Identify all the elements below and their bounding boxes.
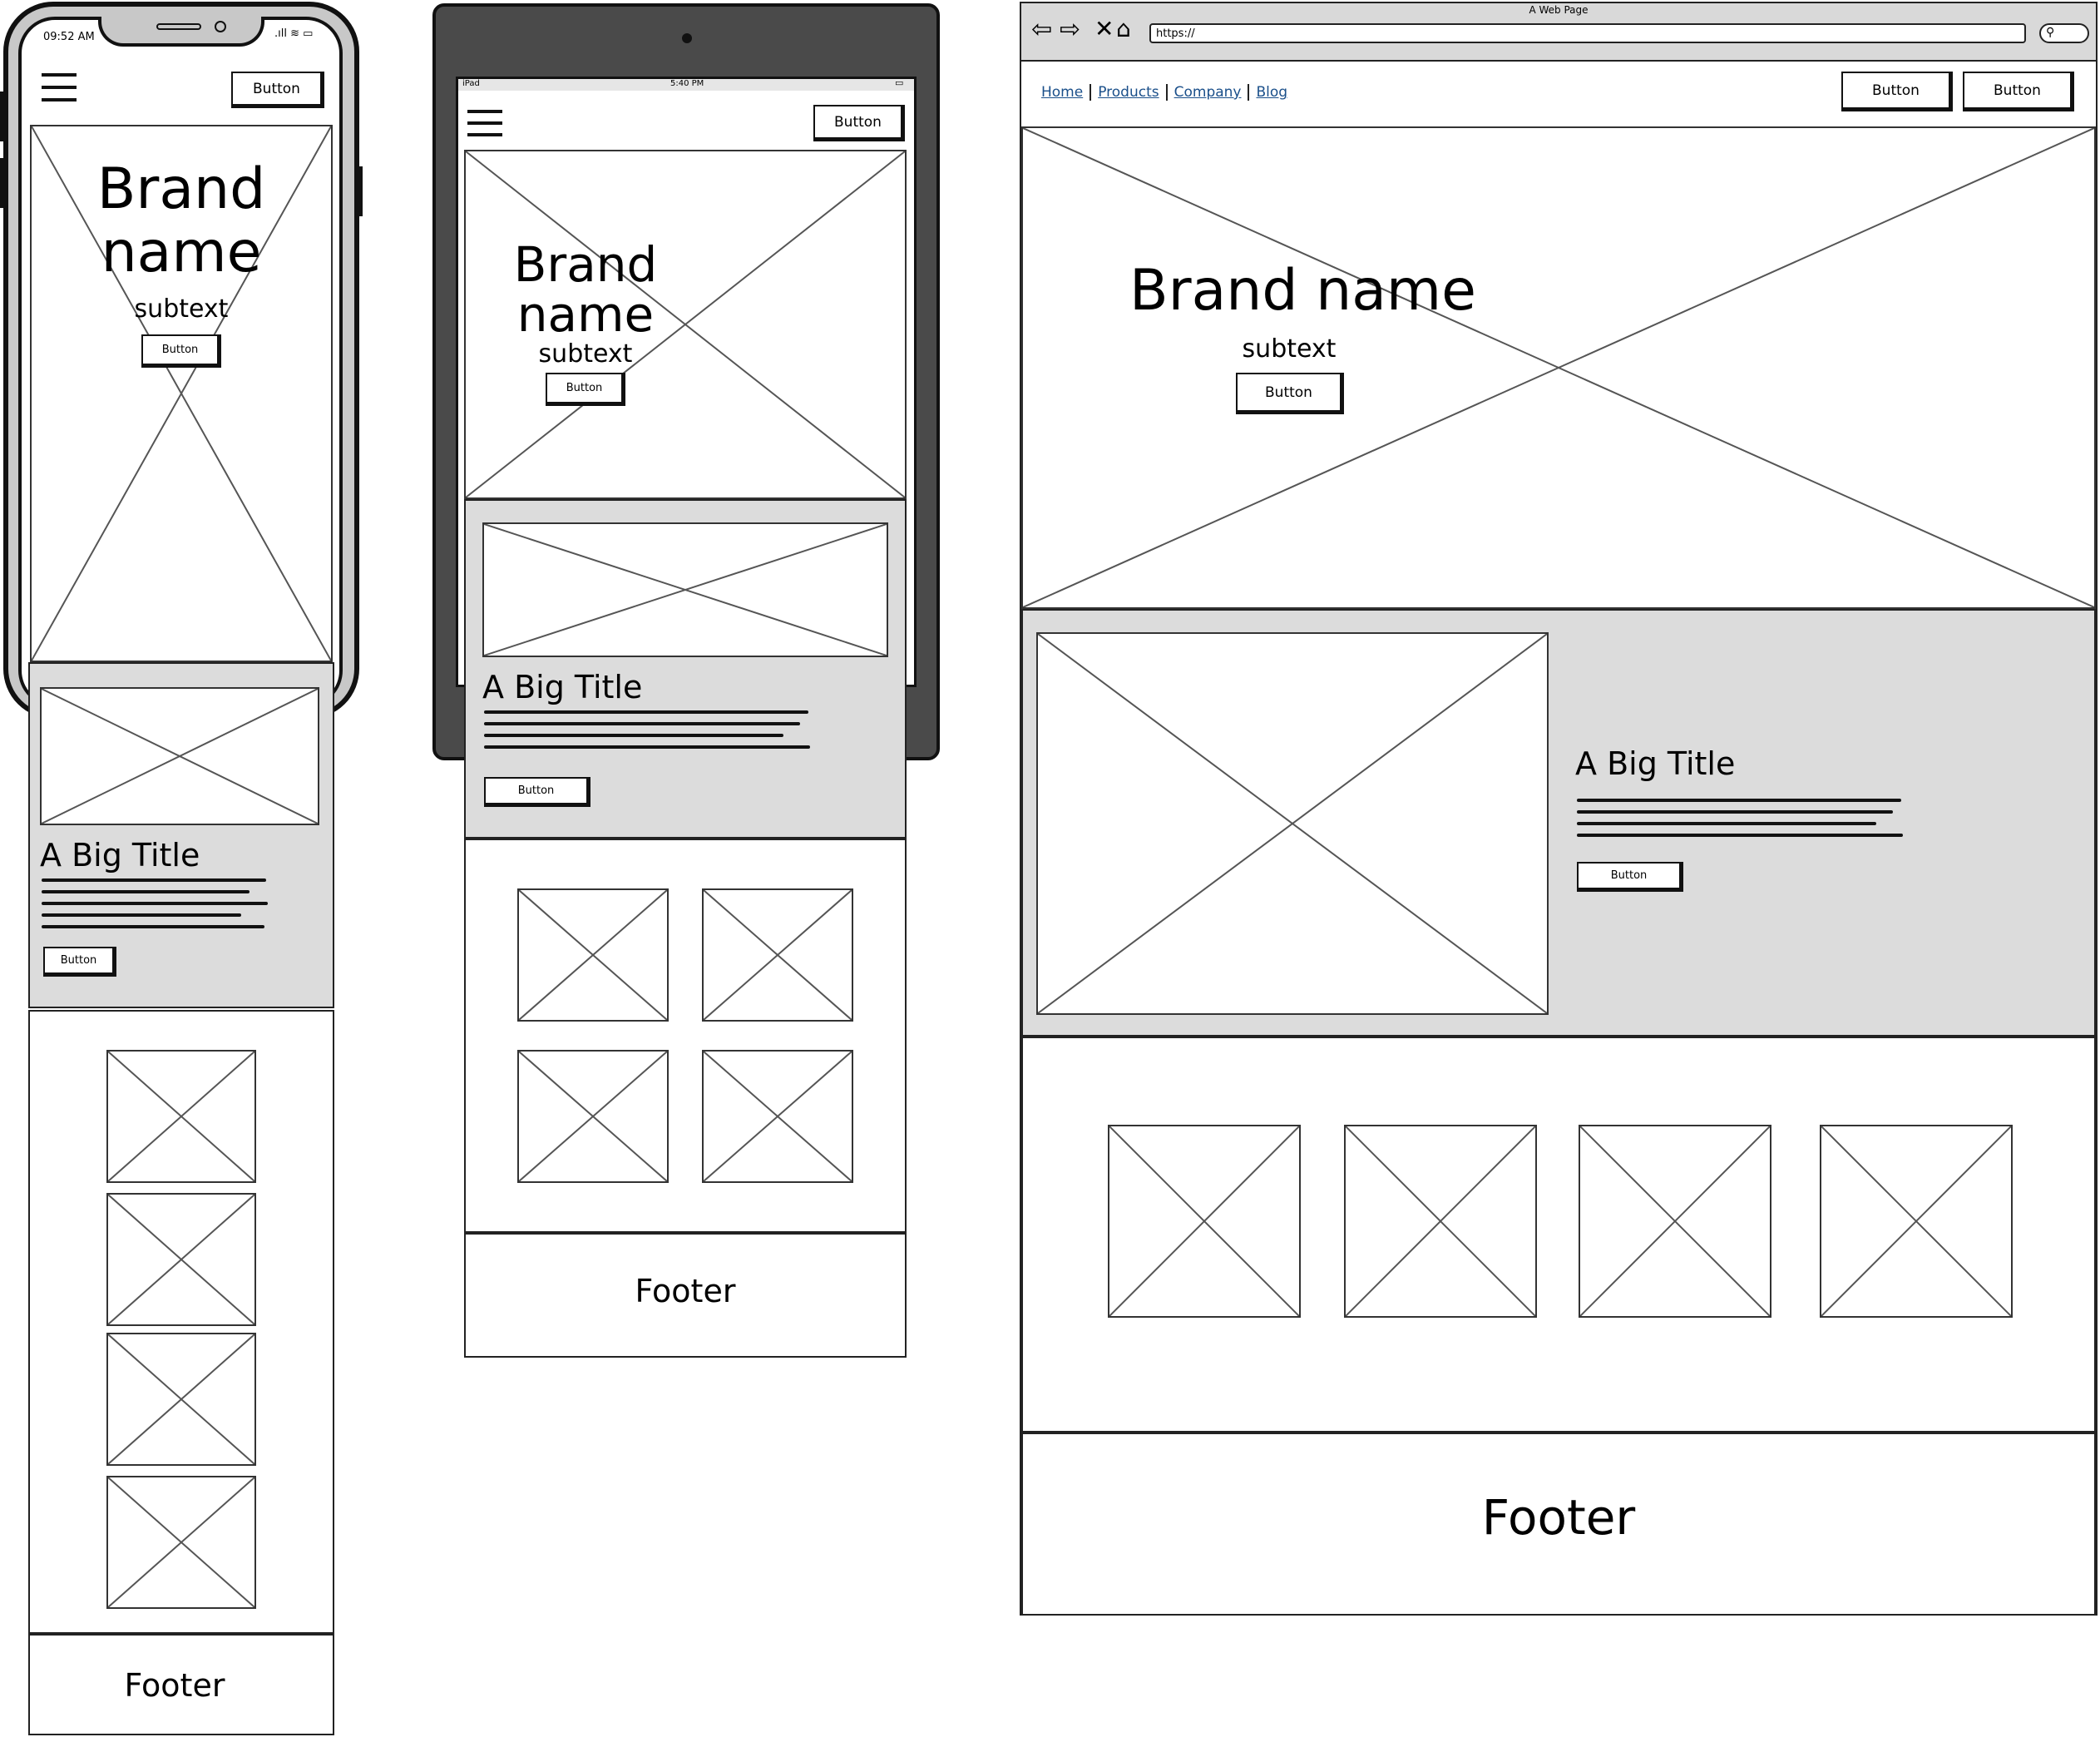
phone-footer-label: Footer <box>124 1667 225 1704</box>
desktop-feature-title: A Big Title <box>1575 745 1736 782</box>
phone-hero-subtext: subtext <box>134 294 229 324</box>
nav-link-home[interactable]: Home <box>1041 84 1092 101</box>
phone-header-button[interactable]: Button <box>231 72 324 108</box>
tablet-camera <box>682 33 692 43</box>
tablet-gallery-image <box>702 888 853 1022</box>
desktop-footer-label: Footer <box>1481 1489 1636 1546</box>
tablet-gallery-image <box>517 1050 669 1183</box>
phone-camera <box>215 21 226 32</box>
phone-status-icons: .ıll ≋ ▭ <box>274 27 314 40</box>
close-icon[interactable]: ✕ <box>1094 15 1114 42</box>
desktop-hero-button[interactable]: Button <box>1236 373 1344 414</box>
header-button-2[interactable]: Button <box>1963 72 2074 111</box>
nav-link-company[interactable]: Company <box>1168 84 1250 101</box>
phone-speaker <box>156 23 201 30</box>
phone-hero-button[interactable]: Button <box>141 334 221 368</box>
tablet-menu-icon[interactable] <box>467 108 502 138</box>
tablet-gallery-image <box>702 1050 853 1183</box>
tablet-footer-label: Footer <box>635 1273 736 1309</box>
address-bar[interactable]: https:// <box>1149 23 2026 43</box>
tablet-hero-subtext: subtext <box>538 339 633 369</box>
search-icon: ⚲ <box>2046 26 2055 39</box>
tablet-hero-button[interactable]: Button <box>546 373 625 406</box>
phone-hero-title: Brand name <box>96 156 266 285</box>
phone-power-button <box>358 166 363 216</box>
desktop-feature-image <box>1036 632 1549 1015</box>
desktop-feature-button[interactable]: Button <box>1577 862 1683 892</box>
phone-feature-button[interactable]: Button <box>43 947 116 977</box>
desktop-gallery-image <box>1579 1125 1771 1318</box>
tablet-feature-body-text <box>484 710 810 760</box>
desktop-feature-body-text <box>1577 799 1903 849</box>
tablet-gallery-image <box>517 888 669 1022</box>
desktop-hero-image <box>1021 126 2096 609</box>
phone-feature-title: A Big Title <box>40 837 200 873</box>
desktop-hero-title: Brand name <box>1129 258 1476 324</box>
desktop-hero-subtext: subtext <box>1242 334 1337 364</box>
main-nav: Home Products Company Blog <box>1041 80 1294 105</box>
browser-window-title: A Web Page <box>1529 4 1589 16</box>
tablet-battery-icon: ▭ <box>895 77 904 88</box>
back-icon[interactable]: ⇦ <box>1031 15 1052 44</box>
tablet-header-button[interactable]: Button <box>813 105 905 141</box>
phone-menu-icon[interactable] <box>42 72 77 105</box>
phone-gallery-image <box>106 1050 256 1183</box>
address-bar-url: https:// <box>1156 27 1195 40</box>
search-box[interactable]: ⚲ <box>2039 23 2089 43</box>
phone-gallery-image <box>106 1476 256 1609</box>
forward-icon[interactable]: ⇨ <box>1060 15 1080 44</box>
phone-feature-image <box>40 687 319 825</box>
phone-notch <box>98 17 264 47</box>
desktop-gallery-image <box>1820 1125 2013 1318</box>
phone-gallery-image <box>106 1333 256 1466</box>
desktop-gallery-image <box>1344 1125 1537 1318</box>
desktop-gallery-image <box>1108 1125 1301 1318</box>
phone-gallery-image <box>106 1193 256 1326</box>
phone-status-time: 09:52 AM <box>43 31 95 43</box>
tablet-status-device: iPad <box>462 79 480 88</box>
header-button-1[interactable]: Button <box>1841 72 1953 111</box>
nav-link-products[interactable]: Products <box>1091 84 1168 101</box>
phone-feature-body-text <box>42 878 268 938</box>
tablet-feature-title: A Big Title <box>482 669 643 705</box>
phone-side-button <box>0 92 5 141</box>
tablet-feature-button[interactable]: Button <box>484 777 590 807</box>
tablet-status-time: 5:40 PM <box>670 79 704 88</box>
home-icon[interactable]: ⌂ <box>1116 15 1131 42</box>
tablet-hero-title: Brand name <box>513 236 658 343</box>
nav-link-blog[interactable]: Blog <box>1249 84 1294 101</box>
tablet-feature-image <box>482 522 888 657</box>
phone-side-button <box>0 158 5 208</box>
